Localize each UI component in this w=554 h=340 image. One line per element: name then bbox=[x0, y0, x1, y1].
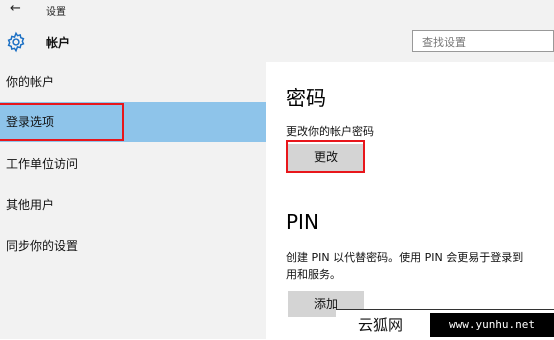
watermark-url: www.yunhu.net bbox=[430, 313, 554, 337]
title-bar: ← 设置 bbox=[0, 0, 554, 20]
window-title: 设置 bbox=[46, 7, 66, 18]
watermark-text: 云狐网 bbox=[358, 316, 404, 334]
sidebar-item-label: 同步你的设置 bbox=[6, 239, 79, 253]
sidebar: 你的帐户 登录选项 工作单位访问 其他用户 同步你的设置 bbox=[0, 62, 266, 339]
gear-icon bbox=[7, 31, 25, 53]
sidebar-item-other-users[interactable]: 其他用户 bbox=[0, 185, 266, 225]
pin-description-line2: 用和服务。 bbox=[286, 268, 341, 281]
sidebar-item-your-account[interactable]: 你的帐户 bbox=[0, 62, 266, 102]
password-description: 更改你的帐户密码 bbox=[286, 125, 374, 138]
sidebar-item-sync-settings[interactable]: 同步你的设置 bbox=[0, 226, 266, 266]
main-content: 密码 更改你的帐户密码 更改 PIN 创建 PIN 以代替密码。使用 PIN 会… bbox=[266, 62, 554, 339]
search-input[interactable]: 查找设置 bbox=[412, 30, 554, 52]
sidebar-item-sign-in-options[interactable]: 登录选项 bbox=[0, 102, 266, 142]
back-arrow-icon[interactable]: ← bbox=[10, 1, 21, 16]
pin-title: PIN bbox=[286, 210, 319, 234]
sidebar-item-work-access[interactable]: 工作单位访问 bbox=[0, 144, 266, 184]
sidebar-item-label: 工作单位访问 bbox=[6, 157, 79, 171]
button-highlight-outline bbox=[286, 140, 365, 173]
page-title: 帐户 bbox=[46, 36, 71, 50]
sidebar-item-label: 其他用户 bbox=[6, 198, 55, 212]
highlight-outline bbox=[0, 103, 124, 141]
watermark: 云狐网 www.yunhu.net bbox=[336, 309, 554, 340]
sidebar-item-label: 你的帐户 bbox=[6, 75, 55, 89]
pin-description-line1: 创建 PIN 以代替密码。使用 PIN 会更易于登录到 bbox=[286, 251, 524, 264]
header: 帐户 查找设置 bbox=[0, 20, 554, 62]
password-title: 密码 bbox=[286, 86, 326, 110]
